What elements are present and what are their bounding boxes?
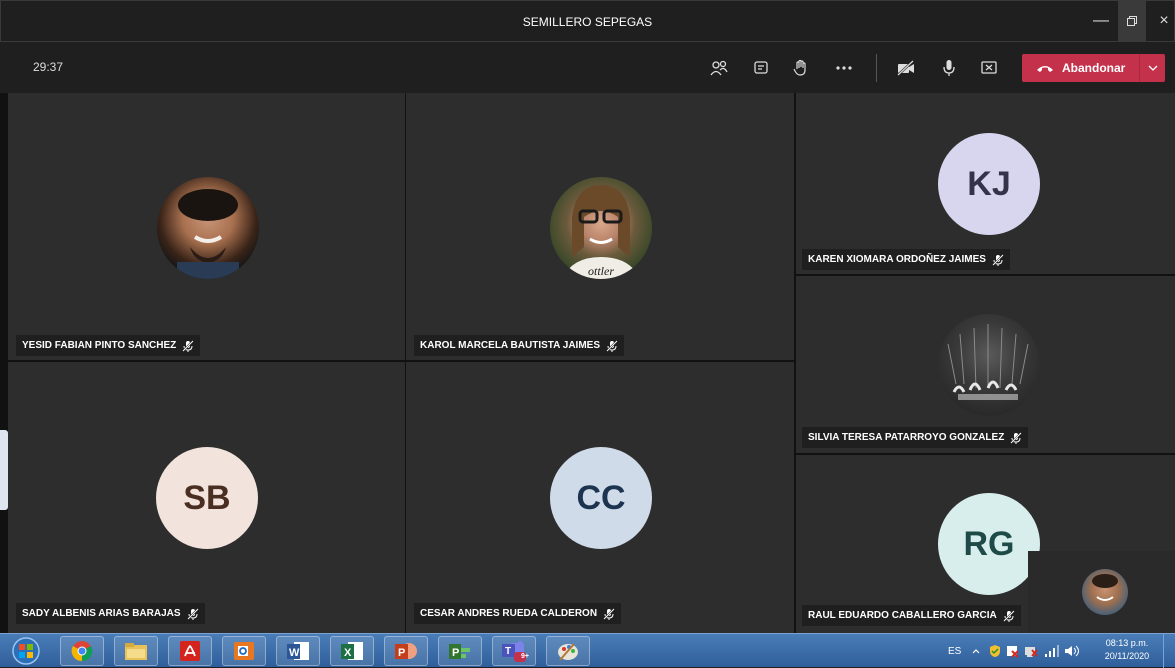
paint-icon bbox=[558, 643, 578, 661]
participant-avatar: SB bbox=[156, 447, 258, 549]
participant-photo: ottler bbox=[550, 177, 652, 279]
muted-mic-icon bbox=[603, 607, 615, 620]
meeting-timer: 29:37 bbox=[33, 60, 64, 74]
camera-off-icon[interactable] bbox=[895, 58, 917, 78]
taskbar-clock[interactable]: 08:13 p.m. 20/11/2020 bbox=[1097, 637, 1157, 663]
taskbar-word[interactable]: W bbox=[276, 636, 320, 666]
participant-tile[interactable]: ottler KAROL MARCELA BAUTISTA JAIMES bbox=[406, 93, 794, 360]
word-icon: W bbox=[287, 642, 309, 660]
raise-hand-icon[interactable] bbox=[790, 58, 812, 78]
shield-icon bbox=[990, 645, 1000, 657]
participant-tile[interactable]: RG RAUL EDUARDO CABALLERO GARCIA bbox=[796, 455, 1175, 633]
meeting-toolbar: 29:37 Abandonar bbox=[0, 42, 1175, 93]
participant-avatar: RG bbox=[938, 493, 1040, 595]
svg-text:W: W bbox=[289, 647, 300, 659]
self-view[interactable] bbox=[1028, 551, 1175, 633]
participant-name-label: KAROL MARCELA BAUTISTA JAIMES bbox=[414, 335, 624, 356]
chevron-down-icon bbox=[1148, 65, 1157, 71]
chrome-icon bbox=[71, 641, 93, 662]
tray-app-icon[interactable] bbox=[988, 634, 1002, 668]
minimize-button[interactable]: — bbox=[1088, 1, 1114, 41]
taskbar-teams[interactable]: T 9+ bbox=[492, 636, 536, 666]
windows-taskbar: W X P P T 9+ ES 08:13 p.m. 20/11/2020 bbox=[0, 633, 1175, 668]
svg-text:ottler: ottler bbox=[588, 264, 614, 278]
participant-tile[interactable]: YESID FABIAN PINTO SANCHEZ bbox=[8, 93, 405, 360]
hang-up-icon bbox=[1037, 66, 1053, 72]
close-button[interactable]: × bbox=[1151, 1, 1175, 41]
svg-text:X: X bbox=[344, 647, 352, 659]
taskbar-file-explorer[interactable] bbox=[114, 636, 158, 666]
excel-icon: X bbox=[341, 642, 363, 660]
participant-name-label: SADY ALBENIS ARIAS BARAJAS bbox=[16, 603, 205, 624]
participants-icon[interactable] bbox=[708, 58, 730, 78]
clock-date: 20/11/2020 bbox=[1104, 651, 1150, 661]
svg-text:T: T bbox=[505, 646, 511, 657]
participant-tile[interactable]: CC CESAR ANDRES RUEDA CALDERON bbox=[406, 362, 794, 633]
chevron-up-icon bbox=[972, 649, 980, 654]
taskbar-outlook[interactable] bbox=[222, 636, 266, 666]
leave-button[interactable]: Abandonar bbox=[1022, 54, 1165, 82]
taskbar-excel[interactable]: X bbox=[330, 636, 374, 666]
teams-notification-badge: 9+ bbox=[521, 653, 529, 660]
start-button[interactable] bbox=[6, 636, 46, 666]
participant-name-label: KAREN XIOMARA ORDOÑEZ JAIMES bbox=[802, 249, 1010, 270]
participant-avatar: KJ bbox=[938, 133, 1040, 235]
muted-mic-icon bbox=[992, 253, 1004, 266]
muted-mic-icon bbox=[1002, 609, 1015, 622]
windows-orb-icon bbox=[12, 637, 40, 665]
leave-label: Abandonar bbox=[1062, 61, 1126, 75]
participant-tile[interactable]: SB SADY ALBENIS ARIAS BARAJAS bbox=[8, 362, 405, 633]
action-center-icon bbox=[1007, 646, 1019, 658]
folder-icon bbox=[125, 643, 147, 660]
taskbar-paint[interactable] bbox=[546, 636, 590, 666]
muted-mic-icon bbox=[1010, 431, 1023, 444]
svg-text:P: P bbox=[452, 647, 459, 659]
project-icon: P bbox=[449, 644, 470, 659]
acrobat-icon bbox=[180, 641, 200, 661]
show-hidden-icons-button[interactable] bbox=[972, 634, 980, 668]
tray-network-alert-icon[interactable] bbox=[1024, 634, 1038, 668]
taskbar-acrobat[interactable] bbox=[168, 636, 212, 666]
signal-bars-icon bbox=[1045, 645, 1059, 657]
signal-strength-icon[interactable] bbox=[1044, 634, 1060, 668]
network-alert-icon bbox=[1025, 647, 1038, 657]
participant-name-label: RAUL EDUARDO CABALLERO GARCIA bbox=[802, 605, 1021, 626]
share-screen-icon[interactable] bbox=[978, 58, 1000, 78]
muted-mic-icon bbox=[606, 339, 618, 352]
language-indicator[interactable]: ES bbox=[948, 634, 961, 668]
taskbar-chrome[interactable] bbox=[60, 636, 104, 666]
participant-name-label: SILVIA TERESA PATARROYO GONZALEZ bbox=[802, 427, 1029, 448]
muted-mic-icon bbox=[182, 339, 194, 352]
svg-text:P: P bbox=[398, 647, 405, 659]
taskbar-powerpoint[interactable]: P bbox=[384, 636, 428, 666]
participant-photo bbox=[157, 177, 259, 279]
volume-icon-button[interactable] bbox=[1064, 634, 1080, 668]
muted-mic-icon bbox=[186, 607, 199, 620]
tray-security-icon[interactable] bbox=[1006, 634, 1020, 668]
toolbar-divider bbox=[876, 54, 877, 82]
chat-icon[interactable] bbox=[750, 58, 772, 78]
participant-avatar: CC bbox=[550, 447, 652, 549]
microphone-icon[interactable] bbox=[938, 58, 960, 78]
self-view-photo bbox=[1082, 569, 1128, 615]
leave-options-button[interactable] bbox=[1139, 54, 1165, 82]
participant-name-label: YESID FABIAN PINTO SANCHEZ bbox=[16, 335, 201, 356]
outlook-icon bbox=[234, 642, 254, 660]
participant-tile[interactable]: KJ KAREN XIOMARA ORDOÑEZ JAIMES bbox=[796, 93, 1175, 274]
window-title: SEMILLERO SEPEGAS bbox=[522, 15, 653, 29]
title-bar: SEMILLERO SEPEGAS — × bbox=[0, 0, 1175, 42]
show-desktop-button[interactable] bbox=[1163, 634, 1175, 668]
side-panel-handle[interactable] bbox=[0, 430, 8, 510]
participant-photo bbox=[938, 314, 1040, 416]
more-options-icon[interactable] bbox=[833, 58, 855, 78]
restore-button[interactable] bbox=[1118, 1, 1146, 41]
video-grid: YESID FABIAN PINTO SANCHEZ ottler KAROL … bbox=[0, 93, 1175, 633]
participant-tile[interactable]: SILVIA TERESA PATARROYO GONZALEZ bbox=[796, 276, 1175, 453]
participant-name-label: CESAR ANDRES RUEDA CALDERON bbox=[414, 603, 622, 624]
powerpoint-icon: P bbox=[395, 643, 417, 659]
speaker-icon bbox=[1065, 645, 1079, 657]
taskbar-project[interactable]: P bbox=[438, 636, 482, 666]
restore-icon bbox=[1127, 16, 1137, 26]
clock-time: 08:13 p.m. bbox=[1105, 638, 1149, 648]
